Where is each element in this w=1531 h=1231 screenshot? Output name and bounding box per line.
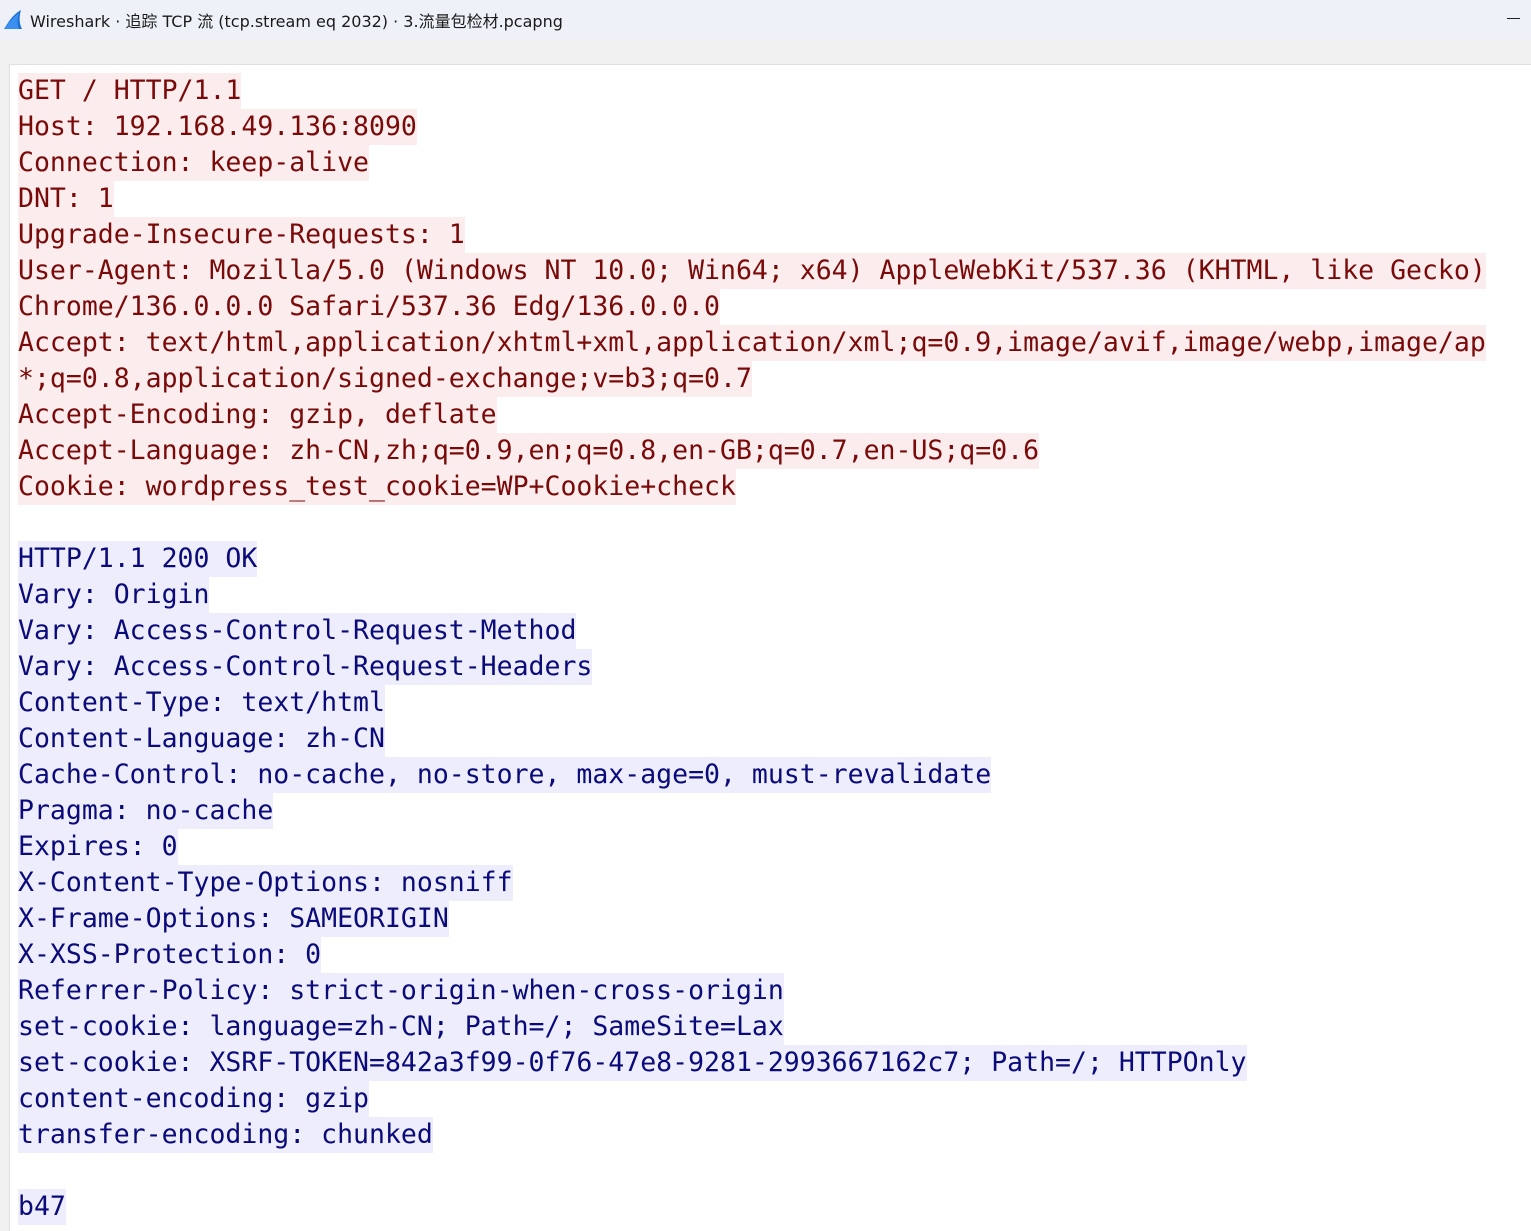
response-line: Expires: 0	[18, 829, 178, 865]
response-line: Vary: Origin	[18, 577, 210, 613]
request-line: Accept: text/html,application/xhtml+xml,…	[18, 325, 1486, 361]
response-line: set-cookie: XSRF-TOKEN=842a3f99-0f76-47e…	[18, 1045, 1247, 1081]
request-line: Upgrade-Insecure-Requests: 1	[18, 217, 465, 253]
response-line: transfer-encoding: chunked	[18, 1117, 433, 1153]
response-line: Pragma: no-cache	[18, 793, 274, 829]
chunk-size-line: b47	[18, 1189, 66, 1225]
tcp-stream-content[interactable]: GET / HTTP/1.1 Host: 192.168.49.136:8090…	[9, 64, 1531, 1231]
request-line: DNT: 1	[18, 181, 114, 217]
minimize-icon	[1506, 17, 1520, 19]
response-line: X-Frame-Options: SAMEORIGIN	[18, 901, 449, 937]
request-line: Accept-Encoding: gzip, deflate	[18, 397, 497, 433]
request-line: Host: 192.168.49.136:8090	[18, 109, 417, 145]
window-title: Wireshark · 追踪 TCP 流 (tcp.stream eq 2032…	[30, 12, 563, 31]
window-chrome-strip	[0, 40, 1531, 64]
request-line: Accept-Language: zh-CN,zh;q=0.9,en;q=0.8…	[18, 433, 1040, 469]
response-line: X-XSS-Protection: 0	[18, 937, 322, 973]
response-line: X-Content-Type-Options: nosniff	[18, 865, 513, 901]
request-line: User-Agent: Mozilla/5.0 (Windows NT 10.0…	[18, 253, 1486, 289]
request-line: Chrome/136.0.0.0 Safari/537.36 Edg/136.0…	[18, 289, 720, 325]
response-line: HTTP/1.1 200 OK	[18, 541, 258, 577]
response-line: Cache-Control: no-cache, no-store, max-a…	[18, 757, 992, 793]
request-line: Connection: keep-alive	[18, 145, 369, 181]
response-line: Vary: Access-Control-Request-Method	[18, 613, 577, 649]
request-line: Cookie: wordpress_test_cookie=WP+Cookie+…	[18, 469, 736, 505]
minimize-button[interactable]	[1501, 6, 1525, 30]
response-line: content-encoding: gzip	[18, 1081, 369, 1117]
response-line: set-cookie: language=zh-CN; Path=/; Same…	[18, 1009, 784, 1045]
request-line: *;q=0.8,application/signed-exchange;v=b3…	[18, 361, 752, 397]
request-line: GET / HTTP/1.1	[18, 73, 242, 109]
title-bar[interactable]: Wireshark · 追踪 TCP 流 (tcp.stream eq 2032…	[0, 0, 1531, 40]
response-line: Referrer-Policy: strict-origin-when-cros…	[18, 973, 784, 1009]
response-line: Content-Language: zh-CN	[18, 721, 385, 757]
wireshark-fin-icon	[2, 9, 24, 31]
response-line: Content-Type: text/html	[18, 685, 385, 721]
response-line: Vary: Access-Control-Request-Headers	[18, 649, 593, 685]
